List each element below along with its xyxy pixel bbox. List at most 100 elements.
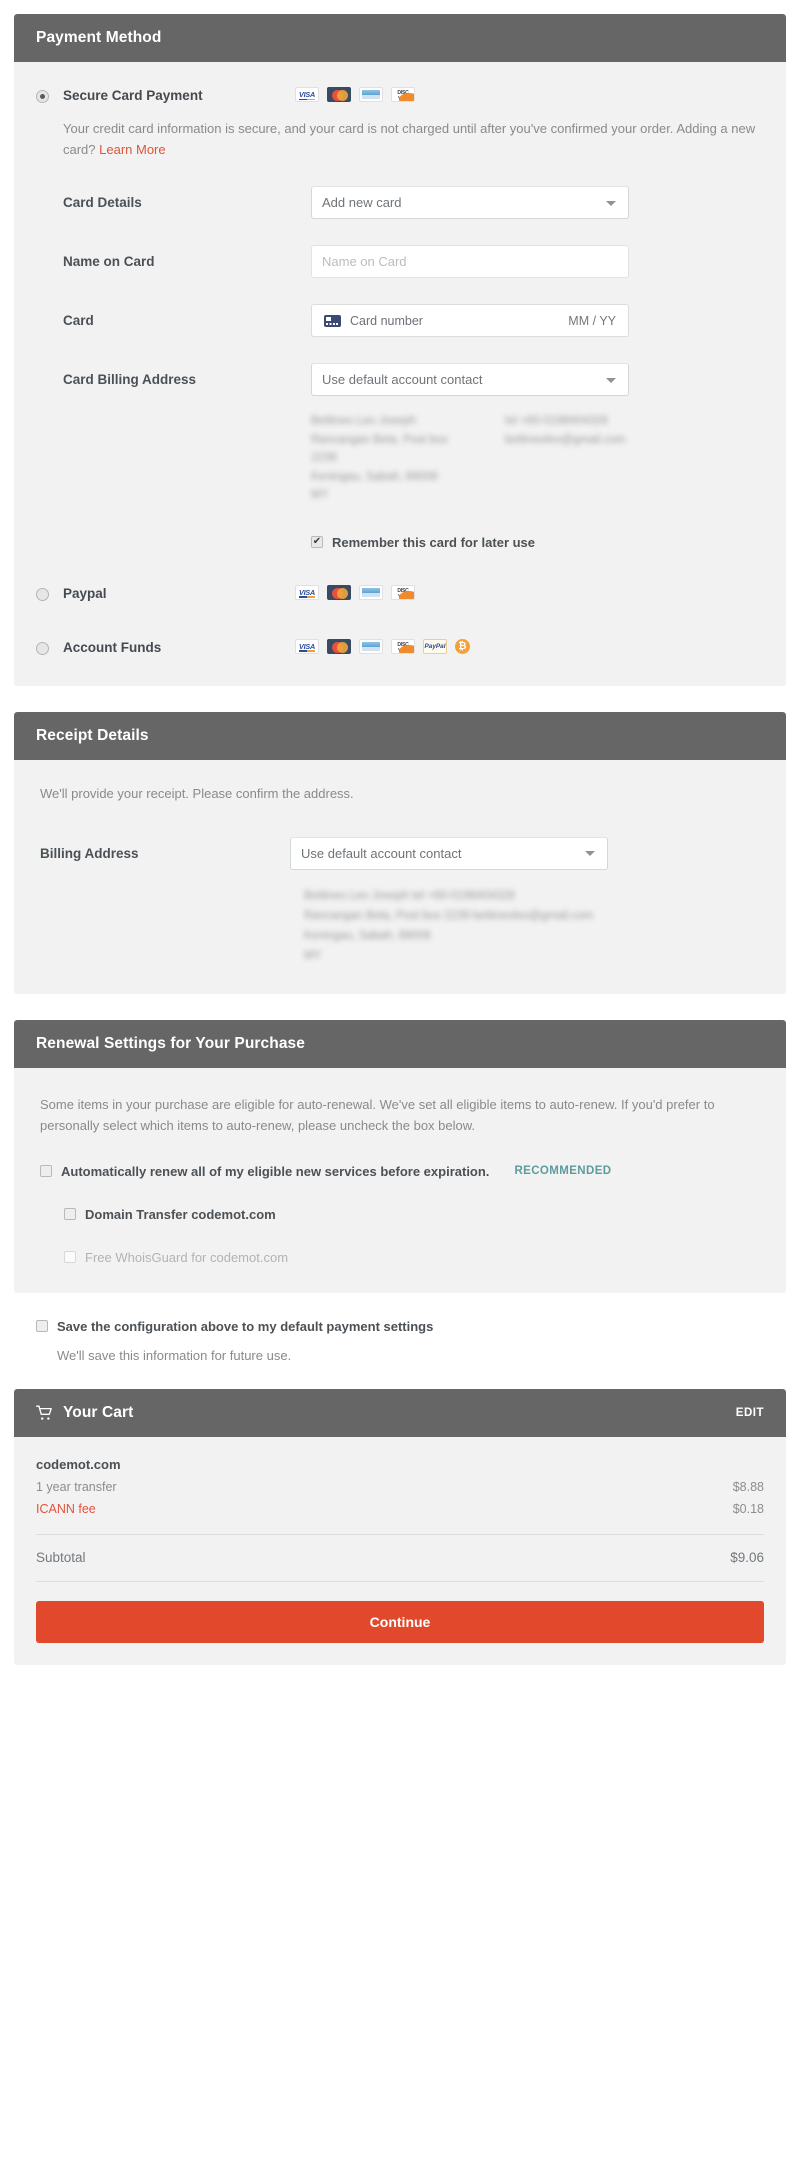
- bitcoin-icon: [455, 638, 470, 654]
- receipt-details-panel: Receipt Details We'll provide your recei…: [14, 711, 786, 994]
- address-line: Rancangan Beta, Post box 2239 bettineole…: [304, 909, 594, 922]
- checkbox-save-settings[interactable]: [36, 1320, 48, 1332]
- auto-renew-label: Automatically renew all of my eligible n…: [61, 1163, 490, 1179]
- address-line: 2239: [311, 452, 337, 464]
- mastercard-icon: [327, 584, 351, 600]
- mastercard-icon: [327, 638, 351, 654]
- secure-card-description-text: Your credit card information is secure, …: [63, 121, 756, 157]
- cart-body: codemot.com 1 year transfer $8.88 ICANN …: [14, 1437, 786, 1665]
- credit-card-icon: [324, 314, 341, 327]
- name-on-card-placeholder: Name on Card: [322, 254, 407, 269]
- cart-item-name: codemot.com: [36, 1456, 121, 1472]
- card-number-placeholder: Card number: [350, 313, 423, 328]
- cart-line-label: ICANN fee: [36, 1501, 96, 1516]
- name-on-card-input[interactable]: Name on Card: [311, 245, 629, 278]
- receipt-billing-address-select[interactable]: Use default account contact: [290, 836, 608, 870]
- receipt-details-header: Receipt Details: [14, 711, 786, 760]
- amex-icon: [359, 87, 383, 102]
- panel-title: Your Cart: [63, 1403, 134, 1421]
- paypal-icon: [423, 638, 447, 654]
- address-line: MY: [311, 489, 329, 501]
- chevron-down-icon: [585, 851, 595, 856]
- card-billing-address-select[interactable]: Use default account contact: [311, 363, 629, 396]
- renewal-item-label: Domain Transfer codemot.com: [85, 1206, 276, 1222]
- receipt-address-preview: Bettineo Leo Joseph tel +60-0198404328 R…: [36, 886, 764, 966]
- chevron-down-icon: [606, 200, 616, 206]
- card-label: Card: [63, 313, 94, 328]
- discover-icon: [391, 638, 415, 654]
- card-brand-marks: [295, 86, 415, 102]
- save-settings-block: Save the configuration above to my defau…: [36, 1319, 786, 1363]
- cart-line-item: 1 year transfer $8.88: [36, 1480, 764, 1494]
- payment-method-header: Payment Method: [14, 14, 786, 62]
- panel-title: Payment Method: [36, 29, 162, 46]
- receipt-details-body: We'll provide your receipt. Please confi…: [14, 760, 786, 994]
- cart-subtotal-row: Subtotal $9.06: [36, 1535, 764, 1582]
- address-line: Rancangan Beta, Post box: [311, 433, 448, 446]
- card-details-select[interactable]: Add new card: [311, 186, 629, 219]
- card-number-input[interactable]: Card number MM / YY: [311, 304, 629, 337]
- receipt-billing-address-row: Billing Address Use default account cont…: [36, 836, 764, 870]
- checkbox-remember-card[interactable]: [311, 536, 323, 548]
- radio-paypal[interactable]: [36, 587, 49, 601]
- save-settings-note: We'll save this information for future u…: [57, 1347, 292, 1363]
- cart-subtotal-label: Subtotal: [36, 1549, 86, 1565]
- cart-panel: Your Cart EDIT codemot.com 1 year transf…: [14, 1388, 786, 1665]
- renewal-settings-panel: Renewal Settings for Your Purchase Some …: [14, 1019, 786, 1293]
- checkout-page: Payment Method Secure Card Payment Your …: [0, 0, 800, 1665]
- save-settings-label: Save the configuration above to my defau…: [57, 1318, 434, 1334]
- continue-button[interactable]: Continue: [36, 1600, 764, 1643]
- renewal-item-whoisguard: Free WhoisGuard for codemot.com: [64, 1250, 764, 1265]
- payment-option-paypal[interactable]: Paypal: [36, 584, 764, 604]
- card-billing-address-col2: tel +60-0198404328 bettineoleo@gmail.com: [505, 412, 695, 505]
- card-brand-marks: [295, 638, 470, 654]
- save-settings-row[interactable]: Save the configuration above to my defau…: [36, 1319, 786, 1334]
- visa-icon: [295, 87, 319, 102]
- auto-renew-row[interactable]: Automatically renew all of my eligible n…: [40, 1164, 764, 1179]
- cart-line-label: 1 year transfer: [36, 1479, 117, 1494]
- recommended-badge: RECOMMENDED: [514, 1165, 612, 1177]
- renewal-settings-body: Some items in your purchase are eligible…: [14, 1068, 786, 1293]
- receipt-billing-address-label: Billing Address: [40, 845, 139, 861]
- payment-method-panel: Payment Method Secure Card Payment Your …: [14, 14, 786, 686]
- card-billing-address-preview: Bettineo Leo Joseph Rancangan Beta, Post…: [36, 412, 764, 505]
- payment-option-account-funds[interactable]: Account Funds: [36, 638, 764, 658]
- remember-card-row[interactable]: Remember this card for later use: [36, 535, 764, 550]
- renewal-item-label: Free WhoisGuard for codemot.com: [85, 1249, 289, 1265]
- panel-title: Renewal Settings for Your Purchase: [36, 1034, 305, 1052]
- checkbox-domain-transfer[interactable]: [64, 1208, 76, 1220]
- secure-card-description: Your credit card information is secure, …: [63, 118, 764, 160]
- cart-header: Your Cart EDIT: [14, 1388, 786, 1437]
- visa-icon: [295, 584, 319, 600]
- renewal-item-domain-transfer[interactable]: Domain Transfer codemot.com: [64, 1207, 764, 1222]
- payment-option-label: Account Funds: [63, 639, 162, 655]
- checkbox-auto-renew[interactable]: [40, 1165, 52, 1177]
- card-billing-address-row: Card Billing Address Use default account…: [36, 363, 764, 396]
- renewal-settings-header: Renewal Settings for Your Purchase: [14, 1019, 786, 1068]
- address-line: Keningau, Sabah, 89008: [311, 470, 438, 483]
- panel-title: Receipt Details: [36, 726, 149, 744]
- address-line: Keningau, Sabah, 89008: [304, 929, 431, 942]
- card-billing-address-value: Use default account contact: [322, 372, 483, 387]
- address-line: Bettineo Leo Joseph tel +60-0198404328: [304, 889, 515, 902]
- learn-more-link[interactable]: Learn More: [99, 142, 165, 157]
- discover-icon: [391, 584, 415, 600]
- card-billing-address-label: Card Billing Address: [63, 372, 197, 387]
- address-email: bettineoleo@gmail.com: [505, 433, 626, 446]
- cart-line-amount: $8.88: [732, 1479, 764, 1494]
- card-details-label: Card Details: [63, 195, 142, 210]
- cart-line-item: ICANN fee $0.18: [36, 1502, 764, 1516]
- address-line: Bettineo Leo Joseph: [311, 415, 416, 427]
- shopping-cart-icon: [36, 1405, 53, 1421]
- card-details-row: Card Details Add new card: [36, 186, 764, 219]
- radio-secure-card[interactable]: [36, 90, 49, 103]
- cart-edit-link[interactable]: EDIT: [736, 1407, 764, 1419]
- receipt-billing-address-value: Use default account contact: [301, 845, 462, 861]
- radio-account-funds[interactable]: [36, 641, 49, 655]
- address-tel: tel +60-0198404328: [505, 415, 608, 427]
- renewal-note: Some items in your purchase are eligible…: [40, 1096, 715, 1133]
- discover-icon: [391, 87, 415, 102]
- address-line: MY: [304, 949, 322, 962]
- card-details-select-value: Add new card: [322, 195, 402, 210]
- payment-option-secure-card[interactable]: Secure Card Payment: [36, 86, 764, 106]
